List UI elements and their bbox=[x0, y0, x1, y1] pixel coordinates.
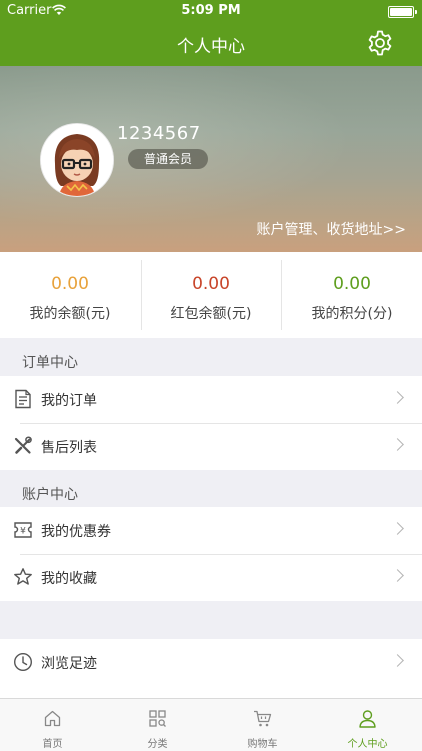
document-list-icon bbox=[15, 389, 31, 409]
section-title-account: 账户中心 bbox=[22, 487, 78, 503]
section-title-orders: 订单中心 bbox=[22, 355, 78, 371]
account-group: ¥ 我的优惠券 我的收藏 bbox=[0, 507, 422, 601]
menu-item-label: 浏览足迹 bbox=[41, 656, 97, 672]
tab-home[interactable]: 首页 bbox=[0, 699, 105, 751]
top-bar: Carrier 5:09 PM 个人中心 bbox=[0, 0, 422, 66]
history-group: 浏览足迹 bbox=[0, 639, 422, 698]
cart-icon bbox=[254, 710, 272, 727]
avatar[interactable] bbox=[40, 123, 114, 197]
avatar-illustration bbox=[41, 124, 113, 196]
tab-category[interactable]: 分类 bbox=[105, 699, 210, 751]
category-grid-icon bbox=[149, 710, 166, 727]
tab-bar: 首页 分类 购物车 个人中心 bbox=[0, 698, 422, 751]
page-title: 个人中心 bbox=[177, 37, 245, 57]
chevron-right-icon bbox=[391, 391, 404, 404]
menu-item-my-coupons[interactable]: ¥ 我的优惠券 bbox=[0, 507, 422, 554]
tab-personal-center[interactable]: 个人中心 bbox=[315, 699, 420, 751]
member-level-badge: 普通会员 bbox=[128, 149, 208, 169]
stat-red-packet-label: 红包余额(元) bbox=[170, 306, 252, 322]
coupon-icon: ¥ bbox=[14, 522, 32, 538]
battery-icon bbox=[388, 6, 417, 18]
gear-icon[interactable] bbox=[366, 29, 394, 57]
menu-item-label: 我的收藏 bbox=[41, 571, 97, 587]
chevron-right-icon bbox=[391, 438, 404, 451]
balance-stats: 0.00 我的余额(元) 0.00 红包余额(元) 0.00 我的积分(分) bbox=[0, 252, 422, 338]
chevron-right-icon bbox=[391, 569, 404, 582]
status-time: 5:09 PM bbox=[181, 3, 241, 18]
tab-label: 分类 bbox=[147, 739, 168, 750]
menu-item-my-orders[interactable]: 我的订单 bbox=[0, 376, 422, 423]
status-bar: Carrier 5:09 PM bbox=[0, 0, 422, 22]
menu-item-after-sales[interactable]: 售后列表 bbox=[0, 423, 422, 470]
tab-label: 首页 bbox=[42, 739, 63, 750]
menu-item-label: 我的优惠券 bbox=[41, 524, 111, 540]
person-icon bbox=[359, 710, 376, 728]
tab-label: 个人中心 bbox=[347, 739, 388, 750]
stat-balance[interactable]: 0.00 我的余额(元) bbox=[0, 252, 140, 338]
stat-balance-label: 我的余额(元) bbox=[29, 306, 111, 322]
order-group: 我的订单 售后列表 bbox=[0, 376, 422, 470]
tab-cart[interactable]: 购物车 bbox=[210, 699, 315, 751]
username: 1234567 bbox=[117, 123, 201, 144]
menu-item-label: 售后列表 bbox=[41, 440, 97, 456]
stat-points-value: 0.00 bbox=[333, 274, 371, 294]
stat-points-label: 我的积分(分) bbox=[311, 306, 393, 322]
chevron-right-icon bbox=[391, 522, 404, 535]
stat-points[interactable]: 0.00 我的积分(分) bbox=[282, 252, 422, 338]
stat-red-packet[interactable]: 0.00 红包余额(元) bbox=[141, 252, 281, 338]
menu-item-browsing-history[interactable]: 浏览足迹 bbox=[0, 639, 422, 686]
svg-text:¥: ¥ bbox=[20, 527, 26, 537]
menu-item-label: 我的订单 bbox=[41, 393, 97, 409]
menu-item-my-favorites[interactable]: 我的收藏 bbox=[0, 554, 422, 601]
stat-balance-value: 0.00 bbox=[51, 274, 89, 294]
tab-label: 购物车 bbox=[247, 739, 278, 750]
chevron-right-icon bbox=[391, 654, 404, 667]
home-icon bbox=[44, 710, 61, 727]
tools-icon bbox=[14, 436, 32, 454]
clock-icon bbox=[13, 652, 33, 672]
profile-header: 1234567 普通会员 账户管理、收货地址>> bbox=[0, 66, 422, 252]
account-management-link[interactable]: 账户管理、收货地址>> bbox=[257, 219, 406, 239]
star-icon bbox=[14, 568, 32, 585]
stat-red-packet-value: 0.00 bbox=[192, 274, 230, 294]
